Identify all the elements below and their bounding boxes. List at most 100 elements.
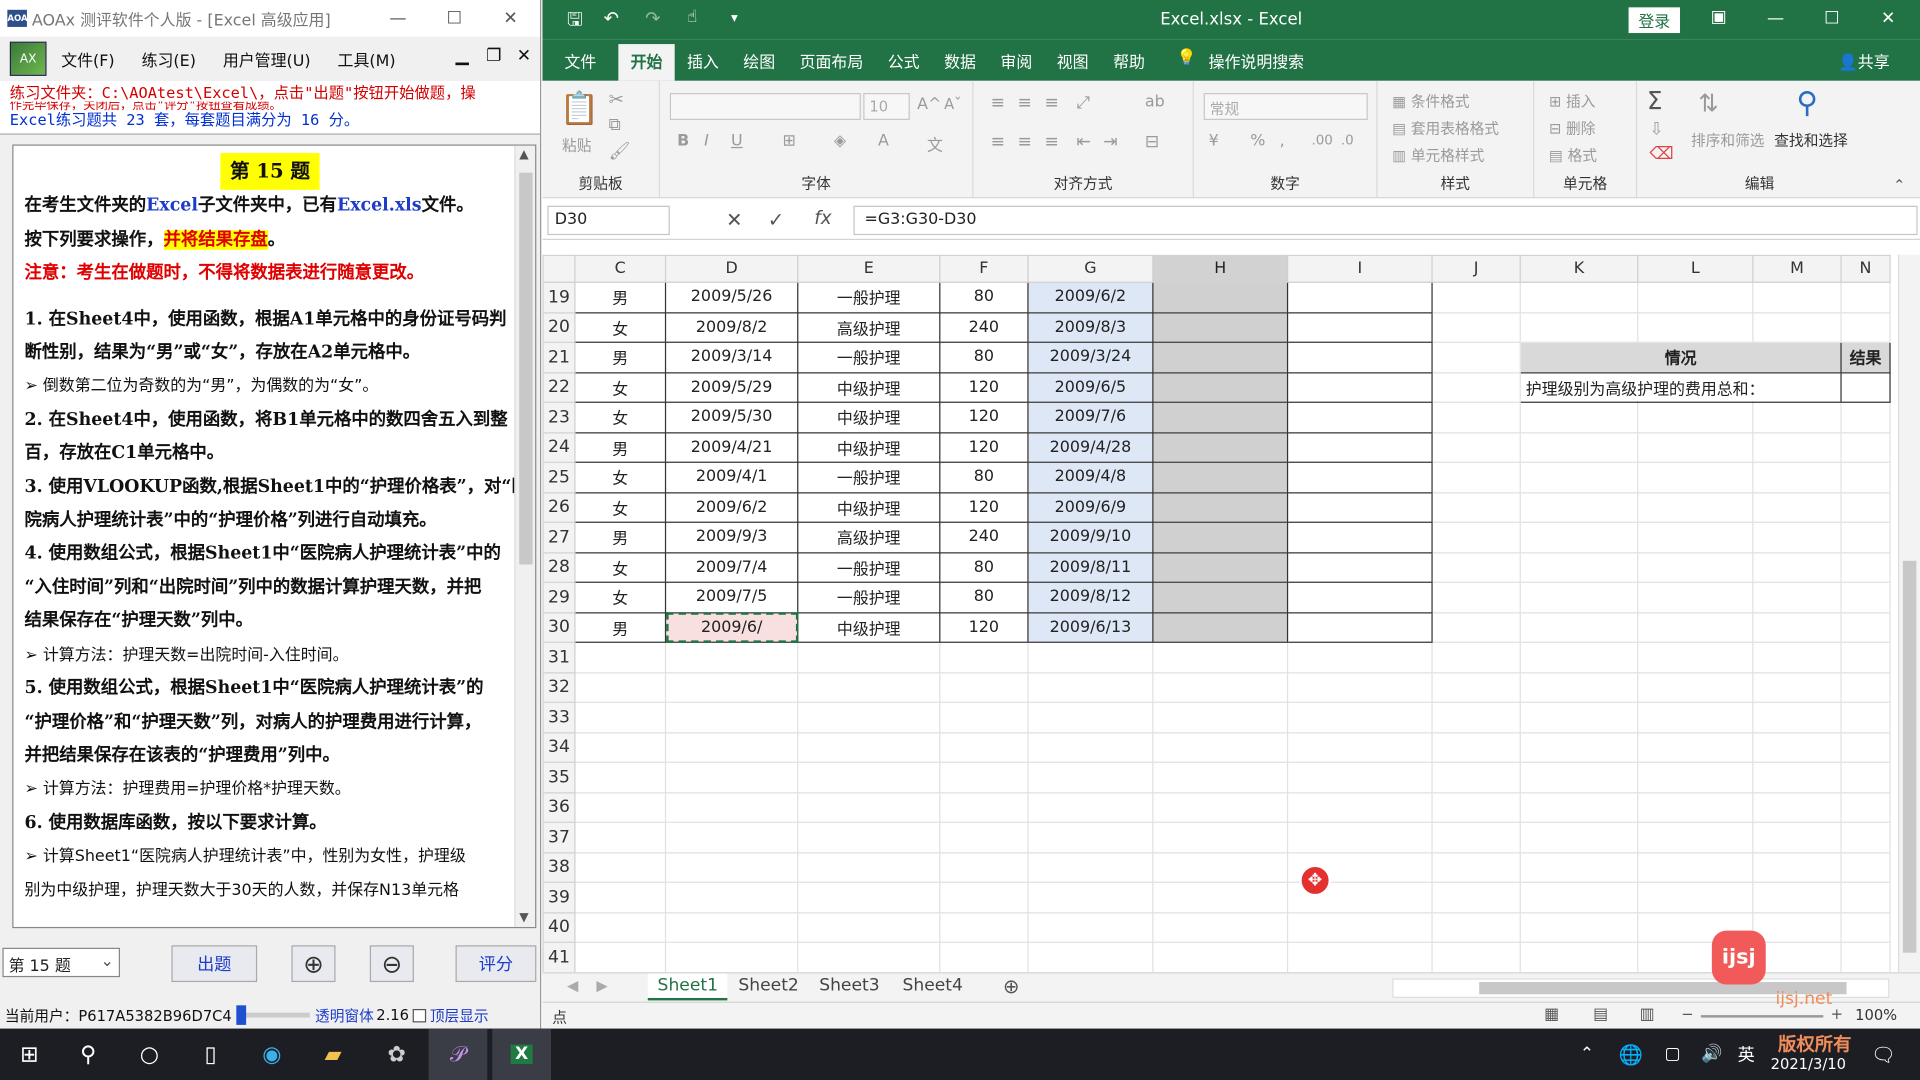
cell[interactable] xyxy=(1431,641,1521,673)
cell[interactable] xyxy=(1519,491,1639,523)
cell[interactable] xyxy=(1840,881,1891,913)
cell[interactable] xyxy=(1637,581,1754,613)
cell[interactable] xyxy=(797,881,941,913)
edge-icon[interactable]: ◉ xyxy=(242,1029,301,1080)
cell-discharge-date[interactable]: 2009/6/5 xyxy=(1027,371,1154,403)
align-left-icon[interactable]: ≡ xyxy=(991,132,1005,152)
cell[interactable] xyxy=(1286,731,1433,763)
cell-care-level[interactable]: 中级护理 xyxy=(797,431,941,463)
cell[interactable] xyxy=(574,851,667,883)
cell[interactable] xyxy=(1637,641,1754,673)
cell[interactable] xyxy=(939,761,1029,793)
zoom-level[interactable]: 100% xyxy=(1855,1007,1897,1024)
cell-care-price[interactable]: 80 xyxy=(939,341,1029,373)
cell[interactable] xyxy=(1637,851,1754,883)
copy-icon[interactable]: ⧉ xyxy=(609,115,621,135)
percent-icon[interactable]: % xyxy=(1250,132,1265,150)
cell[interactable] xyxy=(1752,761,1842,793)
cell[interactable] xyxy=(1431,701,1521,733)
taskbar-date[interactable]: 2021/3/10 xyxy=(1771,1056,1846,1073)
cell[interactable] xyxy=(939,671,1029,703)
cell[interactable] xyxy=(1431,761,1521,793)
cell-care-price[interactable]: 120 xyxy=(939,371,1029,403)
cell[interactable] xyxy=(1431,341,1521,373)
cortana-icon[interactable]: ○ xyxy=(120,1029,179,1080)
cell[interactable] xyxy=(1840,911,1891,943)
clear-icon[interactable]: ⌫ xyxy=(1649,144,1673,164)
cell[interactable] xyxy=(1752,851,1842,883)
cell[interactable] xyxy=(1027,731,1154,763)
cell[interactable] xyxy=(664,731,799,763)
row-header[interactable]: 38 xyxy=(542,851,576,883)
scroll-up-icon[interactable]: ▲ xyxy=(519,148,528,161)
cell[interactable] xyxy=(1519,641,1639,673)
cell[interactable] xyxy=(1027,821,1154,853)
cell[interactable] xyxy=(1840,521,1891,553)
cell[interactable] xyxy=(797,701,941,733)
cell[interactable] xyxy=(1840,311,1891,343)
next-sheet-icon[interactable]: ▶ xyxy=(596,977,607,994)
criteria-header[interactable]: 情况 xyxy=(1519,341,1842,373)
ribbon-display-icon[interactable]: ▣ xyxy=(1711,7,1727,27)
cell[interactable] xyxy=(1286,431,1433,463)
tray-chevron-icon[interactable]: ⌃ xyxy=(1562,1029,1611,1080)
tab-page-layout[interactable]: 页面布局 xyxy=(800,49,864,72)
cell-admit-date[interactable]: 2009/4/21 xyxy=(664,431,799,463)
row-header[interactable]: 24 xyxy=(542,431,576,463)
cell[interactable] xyxy=(1752,881,1842,913)
cell[interactable] xyxy=(1637,731,1754,763)
cell[interactable] xyxy=(574,731,667,763)
mdi-minimize-button[interactable]: ▁ xyxy=(456,47,469,67)
cell[interactable] xyxy=(1431,311,1521,343)
cell[interactable] xyxy=(574,701,667,733)
cell[interactable] xyxy=(1637,551,1754,583)
column-header[interactable]: C xyxy=(574,254,667,283)
vertical-scrollbar[interactable] xyxy=(1897,254,1920,973)
comma-icon[interactable]: , xyxy=(1280,132,1285,150)
close-button[interactable]: ✕ xyxy=(482,0,538,37)
cell[interactable] xyxy=(1840,281,1891,313)
row-header[interactable]: 19 xyxy=(542,281,576,313)
cell[interactable] xyxy=(1286,521,1433,553)
cell[interactable] xyxy=(1027,941,1154,973)
cell[interactable] xyxy=(1519,551,1639,583)
cell[interactable] xyxy=(1152,821,1289,853)
cell[interactable] xyxy=(1637,881,1754,913)
row-header[interactable]: 23 xyxy=(542,401,576,433)
cell[interactable] xyxy=(1752,431,1842,463)
cell-admit-date[interactable]: 2009/4/1 xyxy=(664,461,799,493)
cell[interactable] xyxy=(574,761,667,793)
cell-gender[interactable]: 女 xyxy=(574,461,667,493)
cell[interactable] xyxy=(1431,881,1521,913)
cell-gender[interactable]: 男 xyxy=(574,521,667,553)
xl-maximize-button[interactable]: ☐ xyxy=(1804,0,1860,37)
maximize-button[interactable]: ☐ xyxy=(426,0,482,37)
formula-input[interactable]: =G3:G30-D30 xyxy=(853,205,1918,236)
cell[interactable] xyxy=(939,791,1029,823)
cell[interactable] xyxy=(1152,671,1289,703)
cell[interactable] xyxy=(1752,311,1842,343)
tab-file[interactable]: 文件 xyxy=(564,49,596,72)
table-format-button[interactable]: ▤ 套用表格格式 xyxy=(1392,118,1499,139)
zoom-in-icon[interactable]: + xyxy=(1831,1005,1843,1022)
cell-discharge-date[interactable]: 2009/7/6 xyxy=(1027,401,1154,433)
cell[interactable] xyxy=(1752,401,1842,433)
cell-care-level[interactable]: 高级护理 xyxy=(797,311,941,343)
row-header[interactable]: 41 xyxy=(542,941,576,973)
cell[interactable] xyxy=(1840,851,1891,883)
bold-icon[interactable]: B xyxy=(677,132,689,150)
cell[interactable] xyxy=(1752,521,1842,553)
cell[interactable] xyxy=(797,671,941,703)
cell[interactable] xyxy=(1519,731,1639,763)
scroll-down-icon[interactable]: ▼ xyxy=(519,911,528,924)
cell-care-level[interactable]: 中级护理 xyxy=(797,491,941,523)
column-header[interactable]: K xyxy=(1519,254,1639,283)
criteria-label[interactable]: 护理级别为高级护理的费用总和： xyxy=(1519,371,1842,403)
cell[interactable] xyxy=(1752,731,1842,763)
cell[interactable] xyxy=(1286,701,1433,733)
cell[interactable] xyxy=(1152,731,1289,763)
action-center-icon[interactable]: 🗨 xyxy=(1854,1029,1913,1080)
row-header[interactable]: 28 xyxy=(542,551,576,583)
page-break-view-icon[interactable]: ▥ xyxy=(1640,1005,1655,1023)
cell-admit-date[interactable]: 2009/8/2 xyxy=(664,311,799,343)
